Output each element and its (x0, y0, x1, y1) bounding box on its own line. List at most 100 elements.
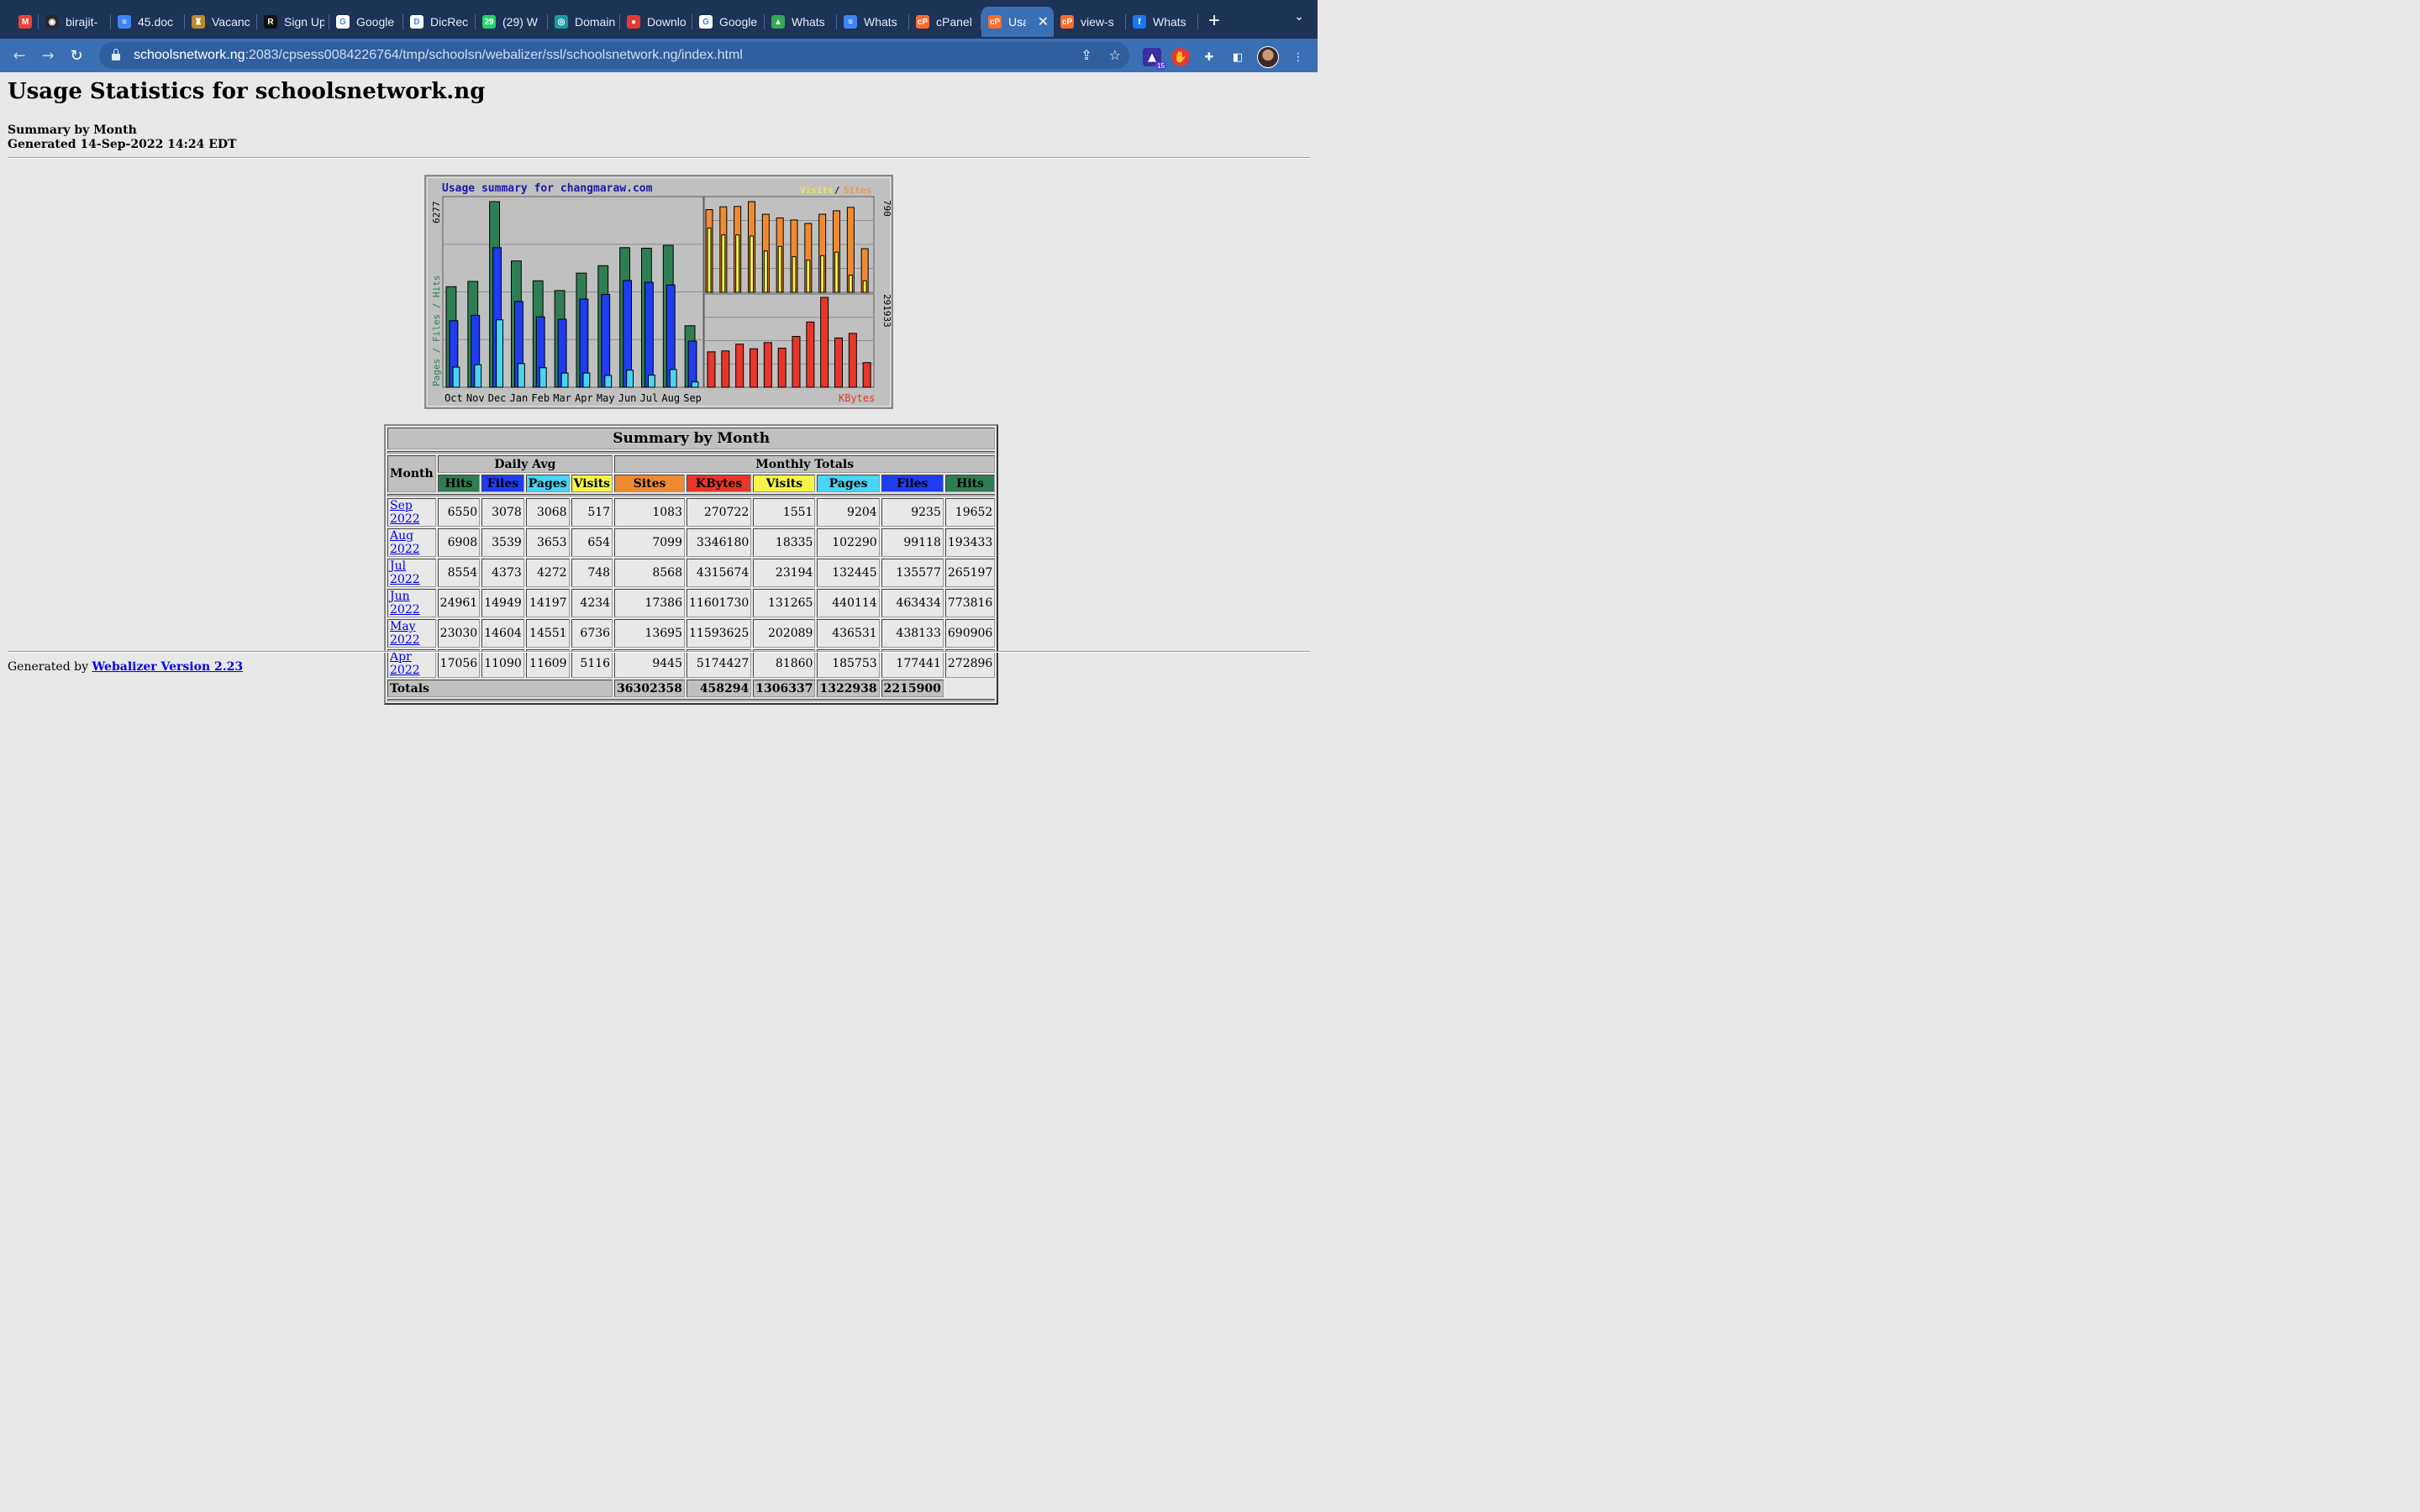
monthly-cell: 8568 (614, 559, 685, 587)
browser-tab[interactable]: f Whats (1126, 7, 1198, 37)
tab-search-icon[interactable]: ⌄ (1294, 10, 1304, 24)
browser-tab[interactable]: D DicRec (403, 7, 476, 37)
bar-visits (750, 235, 754, 293)
browser-tab[interactable]: R Sign Up (257, 7, 329, 37)
generated-date: Generated 14-Sep-2022 14:24 EDT (8, 138, 237, 151)
emblem-icon: ♜ (192, 15, 205, 29)
bar-visits (792, 256, 797, 293)
month-link[interactable]: Aug 2022 (390, 529, 420, 556)
tab-title: Usa (1008, 15, 1026, 29)
totals-cell: 1306337 (753, 680, 816, 697)
daily-cell: 4373 (481, 559, 524, 587)
address-bar[interactable]: schoolsnetwork.ng:2083/cpsess0084226764/… (99, 42, 1129, 69)
tab-title: Whats (792, 15, 825, 29)
browser-tab[interactable]: ● Downlo (620, 7, 692, 37)
monthly-cell: 436531 (817, 619, 880, 648)
monthly-cell: 23194 (753, 559, 816, 587)
daily-cell: 748 (571, 559, 613, 587)
month-cell: May 2022 (387, 619, 436, 648)
lock-icon[interactable] (112, 49, 120, 60)
table-row: May 2022 23030 14604 14551 6736 13695 11593625… (387, 619, 996, 648)
browser-tab[interactable]: G Google (692, 7, 765, 37)
browser-tab[interactable]: cP view-s (1054, 7, 1126, 37)
bar-kbytes (707, 351, 716, 388)
webalizer-link[interactable]: Webalizer Version 2.23 (92, 660, 243, 674)
subtitle-summary: Summary by Month (8, 123, 137, 137)
col-header-monthly-sites: Sites (614, 475, 685, 492)
bar-visits (862, 280, 867, 293)
col-header-monthly-hits: Hits (944, 475, 996, 492)
extension-graduation-icon[interactable]: ▲ 15 (1143, 48, 1166, 70)
bar-visits (834, 251, 839, 293)
month-cell: Jul 2022 (387, 559, 436, 587)
monthly-cell: 3346180 (687, 528, 752, 557)
daily-cell: 24961 (437, 589, 481, 617)
monthly-cell: 202089 (753, 619, 816, 648)
tab-title: Sign Up (284, 15, 324, 29)
google-docs-icon: ≡ (118, 15, 131, 29)
legend-separator: / (834, 185, 840, 196)
browser-tab[interactable]: ◎ Domain (548, 7, 620, 37)
share-icon[interactable]: ⇪ (1081, 47, 1092, 63)
daily-cell: 23030 (437, 619, 481, 648)
monthly-cell: 11593625 (687, 619, 752, 648)
daily-cell: 17056 (437, 649, 481, 678)
monthly-cell: 19652 (944, 498, 996, 527)
menu-kebab-icon[interactable]: ⋮ (1289, 48, 1307, 66)
url-text[interactable]: schoolsnetwork.ng:2083/cpsess0084226764/… (134, 48, 743, 63)
month-link[interactable]: Jun 2022 (390, 590, 420, 617)
profile-avatar[interactable] (1257, 46, 1279, 68)
side-panel-icon[interactable]: ◧ (1228, 48, 1247, 66)
bar-pages (604, 375, 613, 388)
monthly-cell: 4315674 (687, 559, 752, 587)
extensions-puzzle-icon[interactable]: ✚ (1200, 48, 1218, 66)
bottom-right-max-label: 291933 (881, 294, 892, 328)
monthly-cell: 9445 (614, 649, 685, 678)
legend-sites: Sites (844, 185, 871, 196)
month-link[interactable]: Apr 2022 (390, 650, 420, 677)
browser-tab[interactable]: G Google (329, 7, 403, 37)
browser-tab[interactable]: M (0, 7, 39, 37)
bar-files (644, 281, 654, 388)
daily-cell: 4234 (571, 589, 613, 617)
col-header-monthly-visits: Visits (753, 475, 816, 492)
browser-tab[interactable]: 29 (29) W (476, 7, 548, 37)
extension-hand-icon[interactable]: ✋ (1171, 48, 1190, 66)
browser-tab[interactable]: ♜ Vacanc (185, 7, 257, 37)
tab-title: Domain (575, 15, 615, 29)
table-row: Aug 2022 6908 3539 3653 654 7099 3346180 18335 1… (387, 528, 996, 557)
bar-kbytes (777, 347, 786, 388)
monthly-cell: 773816 (944, 589, 996, 617)
bar-visits (848, 274, 853, 293)
domain-icon: ◎ (555, 15, 568, 29)
table-row: Sep 2022 6550 3078 3068 517 1083 270722 1551 920… (387, 498, 996, 527)
browser-tab[interactable]: cP Usa ✕ (981, 7, 1054, 37)
bar-pages (582, 372, 591, 388)
daily-cell: 6550 (437, 498, 481, 527)
tab-title: Whats (864, 15, 897, 29)
browser-tab[interactable]: ≡ Whats (837, 7, 909, 37)
forward-icon[interactable]: → (34, 47, 62, 65)
totals-cell: 1322938 (817, 680, 880, 697)
month-tick-label: Aug (661, 392, 680, 404)
daily-cell: 14949 (481, 589, 524, 617)
tab-title: Vacanc (212, 15, 250, 29)
totals-cell: 36302358 (614, 680, 685, 697)
close-tab-icon[interactable]: ✕ (1038, 13, 1049, 30)
table-row: Jun 2022 24961 14949 14197 4234 17386 11601730… (387, 589, 996, 617)
monthly-cell: 9235 (881, 498, 944, 527)
bar-visits (735, 234, 740, 293)
bookmark-star-icon[interactable]: ☆ (1109, 47, 1121, 63)
back-icon[interactable]: ← (5, 47, 34, 65)
browser-tab[interactable]: ▲ Whats (765, 7, 837, 37)
reload-icon[interactable]: ↻ (62, 47, 91, 65)
monthly-cell: 11601730 (687, 589, 752, 617)
month-link[interactable]: Jul 2022 (390, 559, 420, 586)
month-link[interactable]: Sep 2022 (390, 499, 420, 526)
browser-tab[interactable]: cP cPanel (909, 7, 981, 37)
browser-tab[interactable]: ≡ 45.doc (111, 7, 185, 37)
new-tab-icon[interactable]: + (1208, 9, 1220, 33)
page-subtitle: Summary by Month Generated 14-Sep-2022 1… (8, 123, 236, 152)
browser-tab[interactable]: ◉ birajit- (39, 7, 111, 37)
month-link[interactable]: May 2022 (390, 620, 420, 647)
